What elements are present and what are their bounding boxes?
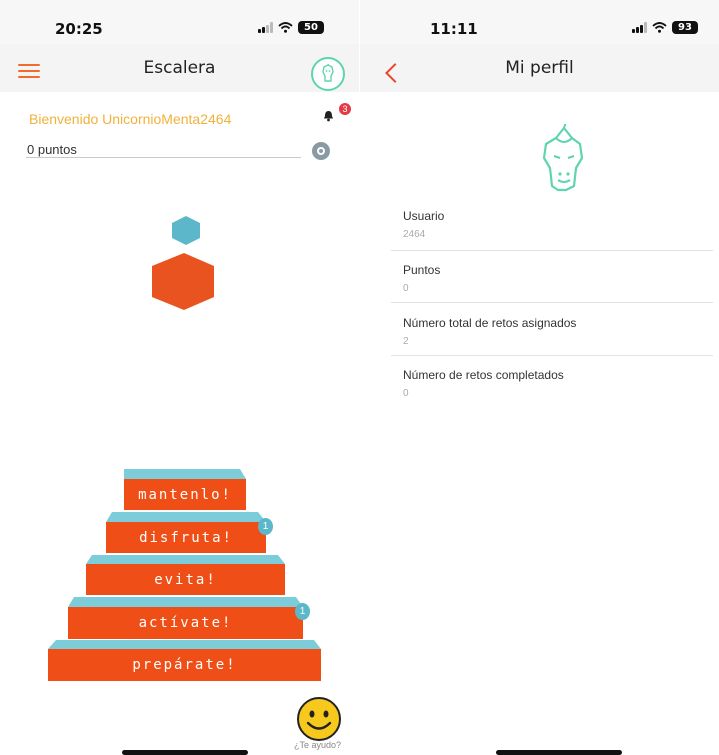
field-label: Número de retos completados bbox=[403, 368, 564, 382]
page-title: Mi perfil bbox=[505, 58, 574, 78]
wifi-icon bbox=[652, 22, 667, 33]
field-value: 2464 bbox=[403, 229, 426, 240]
status-bar: 11:11 93 bbox=[360, 0, 719, 44]
unicorn-avatar-icon bbox=[542, 124, 584, 192]
profile-field-puntos: Puntos 0 bbox=[403, 263, 440, 294]
signal-icon bbox=[632, 22, 647, 33]
divider bbox=[391, 250, 713, 251]
status-icons: 93 bbox=[632, 21, 698, 34]
perfil-screen: 11:11 93 Mi perfil Usuario 2464 Puntos 0… bbox=[0, 0, 719, 755]
profile-field-usuario: Usuario 2464 bbox=[403, 209, 444, 240]
field-value: 0 bbox=[403, 388, 409, 399]
home-indicator bbox=[496, 750, 622, 755]
divider bbox=[391, 302, 713, 303]
profile-field-retos-asignados: Número total de retos asignados 2 bbox=[403, 316, 576, 347]
field-value: 2 bbox=[403, 336, 409, 347]
battery-icon: 93 bbox=[672, 21, 698, 34]
divider bbox=[391, 355, 713, 356]
field-value: 0 bbox=[403, 283, 409, 294]
field-label: Número total de retos asignados bbox=[403, 316, 577, 330]
profile-field-retos-completados: Número de retos completados 0 bbox=[403, 368, 564, 399]
field-label: Puntos bbox=[403, 263, 441, 277]
status-time: 11:11 bbox=[430, 20, 478, 38]
nav-bar: Mi perfil bbox=[360, 44, 719, 92]
field-label: Usuario bbox=[403, 209, 445, 223]
